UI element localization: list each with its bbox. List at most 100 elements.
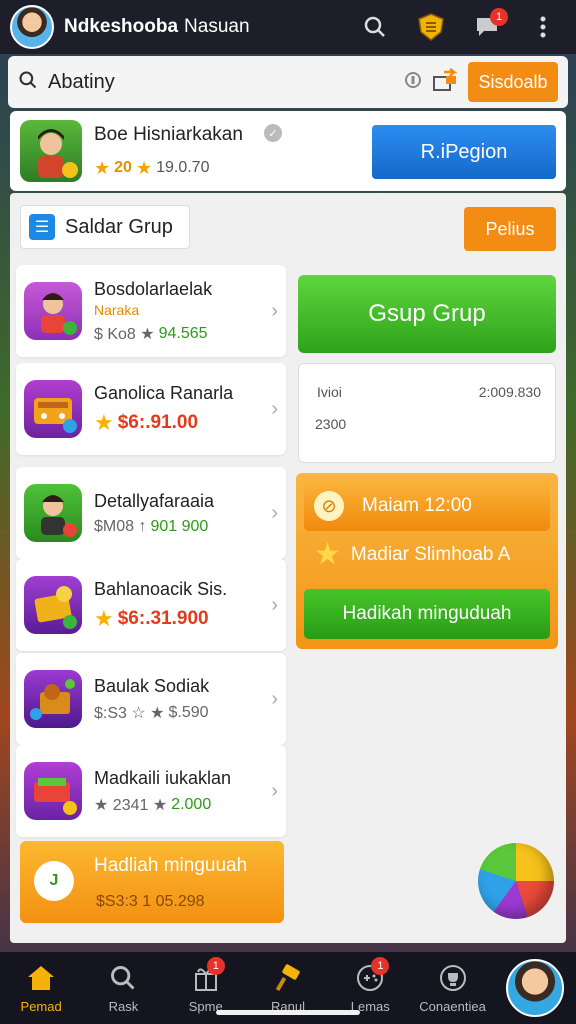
list-item-price-prefix: ★ [94,409,114,435]
list-item-price: $.590 [168,703,209,721]
chevron-right-icon: › [271,397,278,420]
list-item-price: $6:.91.00 [117,411,199,433]
game-icon [24,576,82,634]
info-icon[interactable] [404,71,422,94]
list-item-title: Detallyafaraaia [94,490,215,511]
search-icon [107,963,139,993]
nav-item-achievements[interactable]: Conaentiea [411,963,493,1014]
group-button[interactable]: Gsup Grup [298,275,556,353]
notification-badge: 1 [490,8,508,26]
search-bar[interactable]: Abatiny Sisdoalb [8,56,568,108]
list-item-price: 2.000 [171,795,212,813]
search-icon [18,70,38,95]
game-icon [24,380,82,438]
nav-label: Rask [108,998,139,1014]
chat-notification-icon[interactable]: 1 [472,8,508,42]
search-icon[interactable] [360,12,390,42]
avatar [505,959,564,1017]
game-icon [24,670,82,728]
more-menu-icon[interactable] [528,12,558,42]
chevron-right-icon: › [271,687,278,710]
nav-badge: 1 [371,956,390,975]
list-item-price-prefix: ★ [94,605,114,631]
avatar[interactable] [10,5,54,49]
list-item[interactable]: Bahlanoacik Sis. ★ $6:.31.900 › [16,559,286,651]
list-item[interactable]: Madkaili iukaklan ★ 2341 ★ 2.000 › [16,745,286,837]
timer-icon: ⊘ [314,491,344,521]
nav-item-home[interactable]: Pemad [0,963,82,1014]
nav-item-profile[interactable] [494,959,576,1017]
chevron-right-icon: › [271,299,278,322]
app-title-bold: Ndkeshooba [64,16,179,37]
list-item-title: Baulak Sodiak [94,675,210,696]
list-item-price: 901 900 [150,517,209,535]
chevron-right-icon: › [271,593,278,616]
list-item-price-prefix: ★ 2341 ★ [94,796,168,814]
list-item[interactable]: Baulak Sodiak $:S3 ☆ ★ $.590 › [16,653,286,745]
home-indicator [216,1010,360,1015]
stats-box: Ivioi 2300 2:009.830 [298,363,556,463]
list-item-price-prefix: $:S3 ☆ ★ [94,704,165,722]
nav-item-hammer[interactable]: Ranul [247,963,329,1014]
group-header[interactable]: ☰ Saldar Grup [20,205,190,249]
reward-timer-label: Maiam 12:00 [362,495,472,516]
reward-info-row: ★ Madiar Slimhoab A [314,537,510,572]
share-icon[interactable] [432,67,458,97]
nav-badge: 1 [206,956,225,975]
list-item-price-prefix: $M08 ↑ [94,517,147,535]
list-item-price: $6:.31.900 [117,607,209,629]
claim-reward-button[interactable]: Hadikah minguduah [304,589,550,639]
star-icon: ★ [314,538,341,571]
home-icon [25,963,57,993]
star-icon: ★ [94,157,111,178]
region-button[interactable]: R.iPegion [372,125,556,179]
promo-title: Hadliah minguuah [94,855,248,876]
reward-timer-row[interactable]: ⊘ Maiam 12:00 [304,481,550,531]
shield-icon[interactable] [416,12,446,42]
list-item-title: Bosdolarlaelak [94,278,213,299]
stats-left-top: Ivioi [317,384,342,400]
profile-stats: ★ 20 ★ 19.0.70 [94,158,243,179]
more-button[interactable]: Pelius [464,207,556,251]
hammer-icon [272,963,304,993]
star-icon: ★ [135,157,153,178]
nav-item-gift[interactable]: 1 Spme [165,956,247,1014]
list-item-title: Madkaili iukaklan [94,767,232,788]
profile-stat-value: 19.0.70 [156,159,210,176]
game-icon [24,762,82,820]
list-icon: ☰ [29,214,55,240]
profile-name: Boe Hisniarkakan [94,123,243,145]
game-icon [24,282,82,340]
list-item-title: Ganolica Ranarla [94,382,234,403]
list-item-title: Bahlanoacik Sis. [94,578,228,599]
group-header-label: Saldar Grup [65,215,173,238]
search-label: Abatiny [48,70,115,93]
list-item[interactable]: Detallyafaraaia $M08 ↑ 901 900 › [16,467,286,559]
trophy-icon [437,963,469,993]
nav-label: Pemad [20,998,62,1014]
nav-label: Conaentiea [419,998,486,1014]
game-ball-icon[interactable] [478,843,554,919]
list-item[interactable]: Ganolica Ranarla ★ $6:.91.00 › [16,363,286,455]
main-panel: ☰ Saldar Grup Pelius Bosdolarlaelak Nara… [10,193,566,943]
search-action-button[interactable]: Sisdoalb [468,62,558,102]
list-item-price: 94.565 [158,324,208,342]
stats-left-bottom: 2300 [315,416,347,432]
nav-item-search[interactable]: Rask [82,963,164,1014]
list-item-price-prefix: $ Ko8 ★ [94,325,155,343]
verified-icon: ✓ [264,124,282,142]
chevron-right-icon: › [271,779,278,802]
top-bar: Ndkeshooba Nasuan 1 [0,0,576,54]
reward-info-label: Madiar Slimhoab A [350,543,511,565]
game-icon [24,484,82,542]
list-item-subtitle: Naraka [94,301,140,318]
profile-game-thumbnail [20,120,82,182]
list-item[interactable]: Bosdolarlaelak Naraka $ Ko8 ★ 94.565 › [16,265,286,357]
chat-icon: J [34,861,74,901]
promo-card[interactable]: J Hadliah minguuah $S3:3 1 05.298 [20,841,284,923]
app-title-rest: Nasuan [184,16,250,37]
promo-value: $S3:3 1 05.298 [96,893,205,910]
chevron-right-icon: › [271,501,278,524]
app-title: Ndkeshooba Nasuan [64,16,250,38]
nav-item-games[interactable]: 1 Lemas [329,956,411,1014]
